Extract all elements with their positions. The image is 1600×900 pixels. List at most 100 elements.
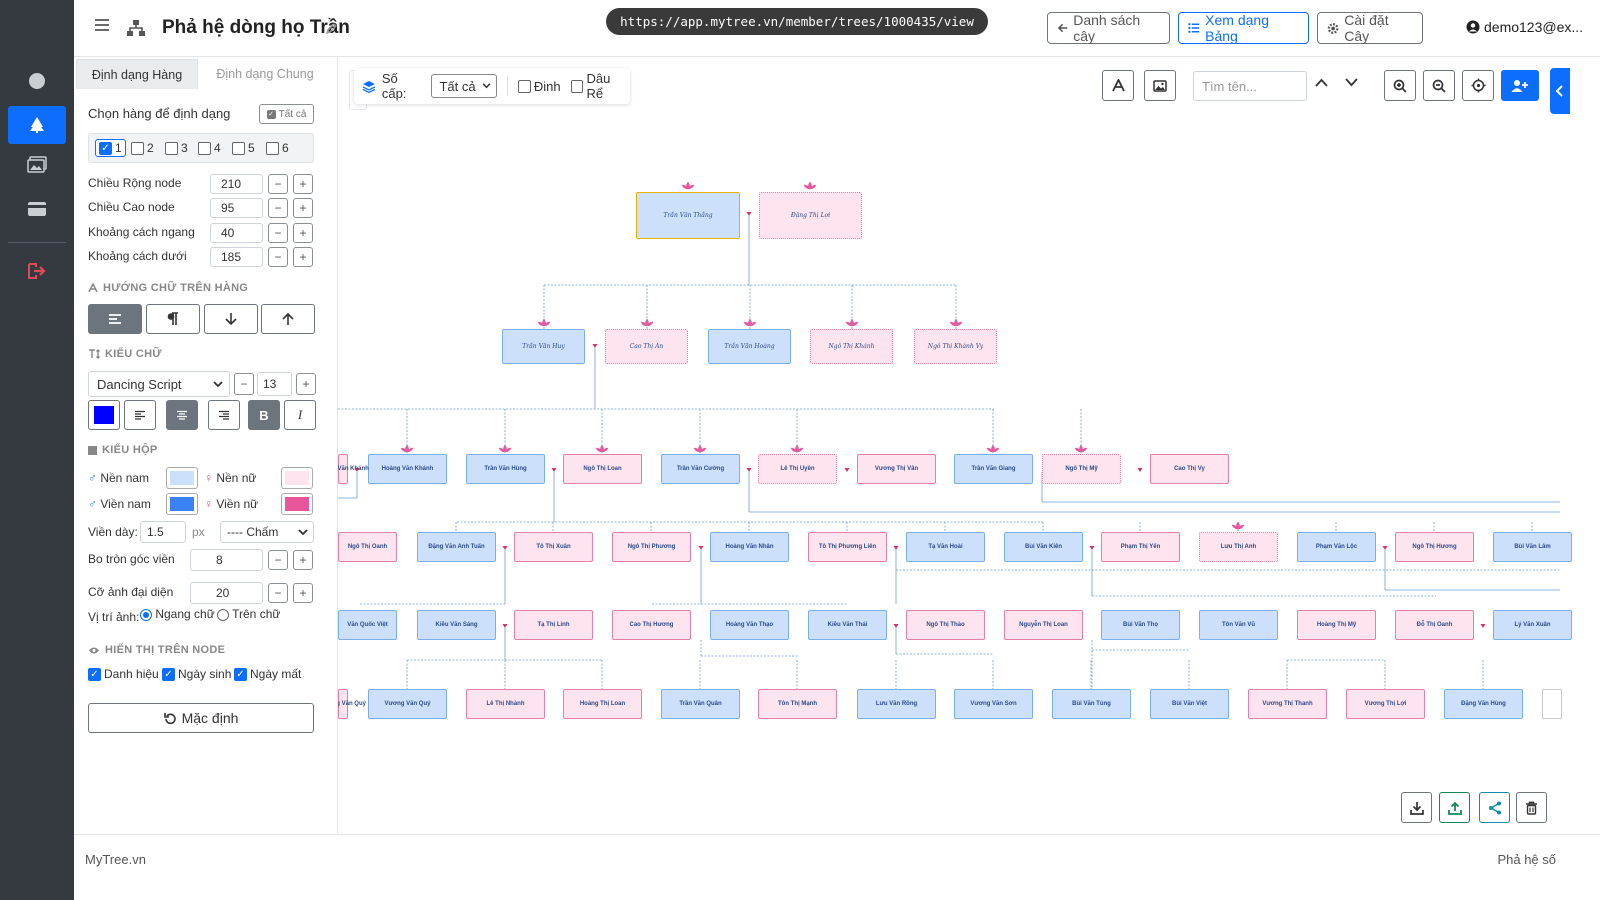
row-checkbox-5[interactable]: 5 [232, 141, 255, 155]
font-size-input[interactable]: 13 [257, 372, 292, 396]
male-border-swatch[interactable] [166, 493, 198, 515]
border-width-input[interactable]: 1.5 [140, 521, 186, 543]
tree-node[interactable]: Hoàng Thị Mỹ [1297, 610, 1376, 640]
tree-node[interactable]: Hoàng Văn Khánh [338, 454, 369, 484]
tree-node[interactable]: Đặng Văn Anh Tuấn [417, 532, 496, 562]
tree-node[interactable]: Tôn Văn Vũ [1199, 610, 1278, 640]
chevron-up-icon[interactable] [1315, 78, 1328, 87]
search-name-input[interactable]: Tìm tên... [1193, 71, 1307, 101]
radius-increase-button[interactable]: + [293, 550, 313, 570]
tree-node[interactable]: Bùi Văn Việt [1150, 689, 1229, 719]
chevron-down-icon[interactable] [1345, 78, 1358, 87]
node-width-increase-button[interactable]: + [293, 174, 313, 194]
tree-node[interactable]: Cao Thị Vy [1150, 454, 1229, 484]
tree-node[interactable]: Tô Thị Phương Liên [808, 532, 887, 562]
avatar-decrease-button[interactable]: − [268, 583, 288, 603]
table-view-button[interactable]: Xem dạng Bảng [1178, 12, 1309, 44]
align-right-button[interactable] [208, 400, 240, 430]
text-tool-button[interactable] [1102, 70, 1134, 101]
tree-node[interactable]: Trần Văn Thắng [636, 192, 740, 239]
tree-node[interactable]: Trần Văn Huy [502, 329, 585, 364]
tree-node[interactable]: Ngô Thị Mỹ [1042, 454, 1121, 484]
bottom-gap-increase-button[interactable]: + [293, 247, 313, 267]
text-up-button[interactable] [261, 304, 315, 334]
female-bg-swatch[interactable] [281, 467, 313, 489]
tree-node[interactable]: Vương Thị Vân [857, 454, 936, 484]
rail-logout-button[interactable] [8, 252, 66, 290]
tree-node[interactable]: Lưu Văn Rồng [857, 689, 936, 719]
tree-node[interactable]: Tô Thị Xuân [514, 532, 593, 562]
tree-node[interactable]: Phạm Thị Yến [1101, 532, 1180, 562]
pin-checkbox[interactable]: Đinh [517, 79, 561, 94]
border-style-select[interactable]: ---- Chấm [220, 521, 314, 543]
tree-node[interactable]: Kiều Văn Thái [808, 610, 887, 640]
tree-node[interactable]: Lưu Thị Anh [1199, 532, 1278, 562]
tree-node[interactable]: Cao Thị An [605, 329, 688, 364]
tree-canvas[interactable]: Trần Văn Thắng Đặng Thị Lợi Trần Văn Huy Ca… [338, 57, 1600, 834]
tree-node-clipped[interactable] [1542, 689, 1562, 719]
node-width-decrease-button[interactable]: − [268, 174, 288, 194]
align-center-button[interactable] [166, 400, 198, 430]
node-height-decrease-button[interactable]: − [268, 198, 288, 218]
tree-node[interactable]: Hoàng Văn Nhân [710, 532, 789, 562]
tree-node[interactable]: Hoàng Văn Thạo [710, 610, 789, 640]
font-size-decrease-button[interactable]: − [234, 373, 254, 395]
tree-node[interactable]: Vương Văn Quý [338, 689, 366, 719]
add-member-button[interactable] [1501, 70, 1539, 101]
bold-button[interactable]: B [248, 400, 280, 430]
node-width-input[interactable]: 210 [210, 174, 263, 194]
rail-home-button[interactable] [8, 62, 66, 100]
row-checkbox-3[interactable]: 3 [165, 141, 188, 155]
tab-row-format[interactable]: Định dạng Hàng [76, 59, 198, 89]
tree-node[interactable]: Bùi Văn Thọ [1101, 610, 1180, 640]
node-height-increase-button[interactable]: + [293, 198, 313, 218]
tree-node[interactable]: Đặng Văn Hùng [1444, 689, 1523, 719]
text-paragraph-button[interactable] [146, 304, 200, 334]
male-bg-swatch[interactable] [166, 467, 198, 489]
tree-node[interactable]: Trần Văn Hùng [466, 454, 545, 484]
tree-node[interactable]: Lý Văn Xuân [1493, 610, 1572, 640]
level-select[interactable]: Tất cả [431, 74, 497, 98]
tree-node[interactable]: Lê Thị Nhành [466, 689, 545, 719]
in-law-checkbox[interactable]: Dâu Rể [570, 71, 630, 101]
center-view-button[interactable] [1462, 70, 1494, 101]
select-all-button[interactable]: ✓ Tất cả [259, 104, 314, 124]
user-menu[interactable]: demo123@ex... [1466, 19, 1583, 35]
tree-node[interactable]: Trần Văn Quân [661, 689, 740, 719]
row-checkbox-1[interactable]: ✓ 1 [95, 139, 126, 157]
rail-gallery-button[interactable] [8, 146, 66, 184]
show-birth-checkbox[interactable]: ✓ Ngày sinh [162, 667, 231, 681]
tree-node[interactable]: Trần Văn Cường [661, 454, 740, 484]
tree-node[interactable]: Hoàng Văn Khánh [368, 454, 447, 484]
rail-payment-button[interactable] [8, 190, 66, 228]
tree-node[interactable]: Đặng Thị Lợi [759, 192, 862, 239]
bottom-gap-input[interactable]: 185 [210, 247, 263, 267]
avatar-size-input[interactable]: 20 [190, 582, 263, 604]
font-family-select[interactable]: Dancing Script [88, 371, 230, 397]
align-left-button[interactable] [124, 400, 156, 430]
tree-node[interactable]: Nguyễn Thị Loan [1004, 610, 1083, 640]
reset-default-button[interactable]: Mặc định [88, 703, 314, 733]
tree-node[interactable]: Văn Quốc Việt [338, 610, 397, 640]
show-death-checkbox[interactable]: ✓ Ngày mất [234, 667, 301, 681]
tree-node[interactable]: Vương Thị Thanh [1248, 689, 1327, 719]
bottom-gap-decrease-button[interactable]: − [268, 247, 288, 267]
share-button[interactable] [1479, 792, 1510, 823]
tree-node[interactable]: Ngô Thị Hương [1395, 532, 1474, 562]
tree-node[interactable]: Trần Văn Hoàng [708, 329, 791, 364]
zoom-out-button[interactable] [1423, 70, 1455, 101]
delete-button[interactable] [1516, 792, 1547, 823]
tree-node[interactable]: Phạm Văn Lộc [1297, 532, 1376, 562]
text-down-button[interactable] [204, 304, 258, 334]
horizontal-gap-increase-button[interactable]: + [293, 223, 313, 243]
tree-node[interactable]: Ngô Thị Phương [612, 532, 691, 562]
tree-node[interactable]: Ngô Thị Khánh Vy [914, 329, 997, 364]
tree-node[interactable]: Lê Thị Uyên [758, 454, 837, 484]
italic-button[interactable]: I [284, 400, 316, 430]
radius-decrease-button[interactable]: − [268, 550, 288, 570]
horizontal-gap-input[interactable]: 40 [210, 223, 263, 243]
image-position-top-radio[interactable]: Trên chữ [217, 607, 280, 621]
tree-node[interactable]: Cao Thị Hương [612, 610, 691, 640]
tree-node[interactable]: Vương Thị Lợi [1346, 689, 1425, 719]
tree-node[interactable]: Vương Văn Sơn [954, 689, 1033, 719]
